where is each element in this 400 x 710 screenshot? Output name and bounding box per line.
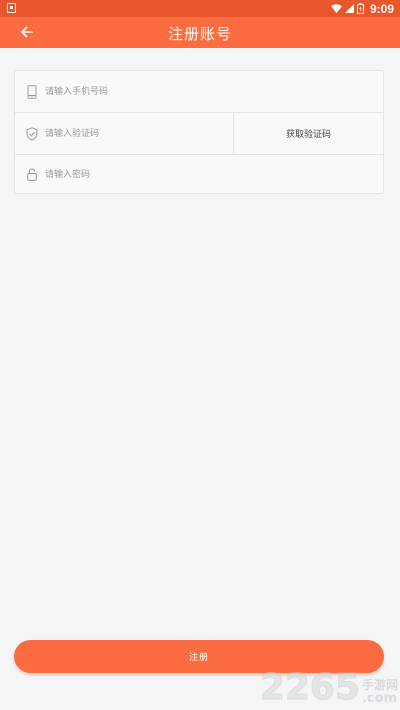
phone-row [15, 71, 383, 112]
battery-icon [356, 3, 364, 14]
register-form: 获取验证码 [14, 70, 384, 194]
code-input[interactable] [45, 123, 233, 144]
wifi-icon [330, 4, 342, 13]
app-header: 注册账号 [0, 17, 400, 48]
page-title: 注册账号 [167, 25, 232, 43]
lock-icon [25, 168, 39, 182]
status-indicators: 9:09 [330, 1, 394, 16]
shield-icon [25, 126, 39, 141]
password-input[interactable] [45, 164, 383, 185]
notification-icon [7, 3, 16, 13]
code-row: 获取验证码 [15, 112, 383, 155]
phone-input[interactable] [45, 81, 383, 102]
watermark-number: 2265 [259, 667, 360, 708]
password-row [15, 154, 383, 195]
status-time: 9:09 [369, 1, 394, 16]
status-bar: 9:09 [0, 0, 400, 17]
phone-icon [25, 84, 39, 99]
code-field-wrap [15, 113, 234, 154]
signal-icon [344, 4, 354, 13]
site-watermark-logo: 2265 手游网 .com [259, 667, 398, 708]
get-code-button[interactable]: 获取验证码 [234, 113, 383, 154]
watermark-domain: .com [361, 691, 398, 706]
